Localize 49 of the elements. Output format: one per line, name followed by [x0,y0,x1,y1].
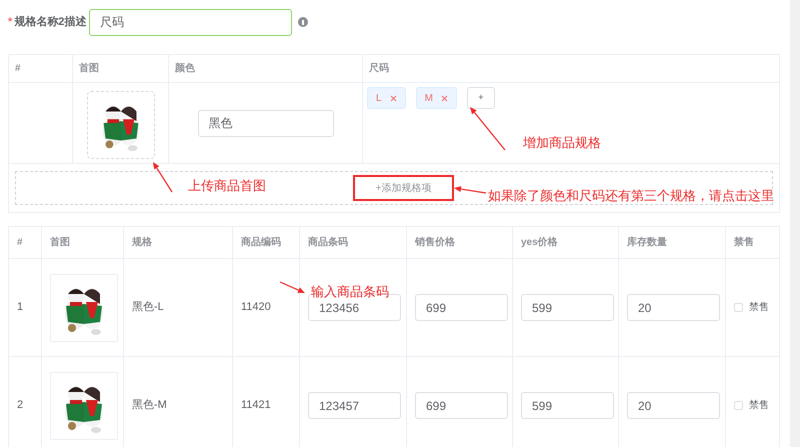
sale-price-field[interactable]: 699 [415,294,508,321]
spec-text: 黑色-L [132,300,164,316]
column-header: # [15,62,21,76]
annotation-text: 上传商品首图 [188,177,266,195]
column-header: yes价格 [521,236,558,250]
arrow [454,186,486,194]
field-label: 规格名称2描述 [14,14,86,30]
column-header: 尺码 [369,62,389,76]
arrow [280,281,305,293]
column-header: 首图 [79,62,99,76]
column-header: 规格 [132,236,152,250]
column-header: 禁售 [734,236,754,250]
spec-name-field[interactable]: 尺码 [89,8,292,36]
checkbox-label: 禁售 [749,300,769,315]
column-header: 销售价格 [415,236,455,250]
column-header: 首图 [50,236,70,250]
info-icon[interactable] [298,17,308,27]
row-number: 2 [17,398,24,414]
tag-label: M [424,92,433,106]
stock-field[interactable]: 20 [627,294,720,321]
barcode-field[interactable]: 123457 [308,392,401,419]
yes-price-field[interactable]: 599 [521,294,614,321]
yes-price-field[interactable]: 599 [521,392,614,419]
arrow [470,107,506,150]
checkbox[interactable] [734,401,743,410]
add-spec-button[interactable]: +添加规格项 [353,175,454,201]
arrow [153,162,172,192]
annotation-text: 增加商品规格 [523,134,601,152]
column-header: # [17,236,23,250]
column-header: 库存数量 [627,235,667,250]
add-tag-button[interactable]: + [466,87,495,109]
stock-field[interactable]: 20 [627,392,720,419]
column-header: 颜色 [175,62,195,76]
column-header: 商品编码 [241,235,281,250]
column-header: 商品条码 [308,235,348,250]
required-mark: * [8,14,12,30]
spec-text: 黑色-M [132,398,167,414]
color-field[interactable]: 黑色 [198,110,334,136]
close-icon[interactable] [440,94,448,102]
product-code: 11421 [241,398,271,414]
row-number: 1 [17,300,24,316]
close-icon[interactable] [390,94,397,102]
checkbox-label: 禁售 [749,398,769,413]
tag-label: L [376,92,382,106]
annotation-text: 如果除了颜色和尺码还有第三个规格，请点击这里 [488,187,774,205]
checkbox[interactable] [734,303,743,312]
sale-price-field[interactable]: 699 [415,392,508,419]
product-code: 11420 [241,300,271,316]
image-upload[interactable] [86,91,154,159]
